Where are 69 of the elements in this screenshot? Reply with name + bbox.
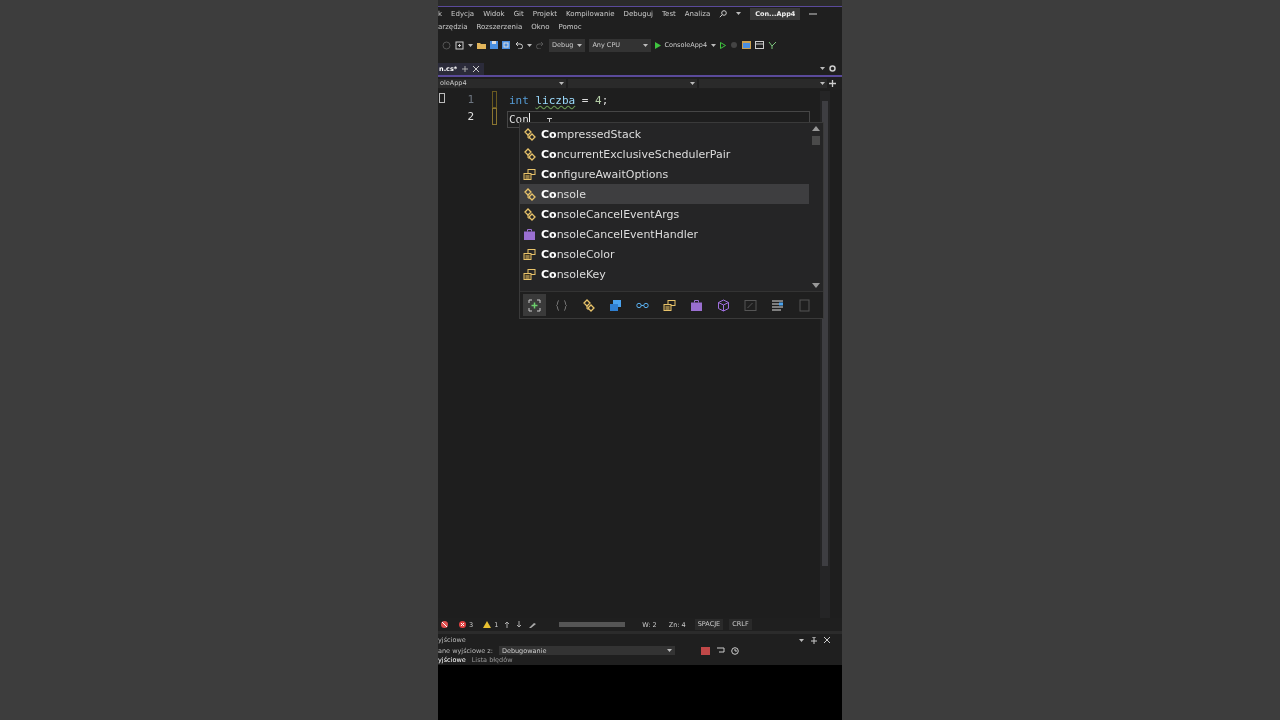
caret-icon <box>689 81 695 85</box>
caret-icon <box>820 81 825 85</box>
clock-icon[interactable] <box>730 646 739 655</box>
line-number: 1 <box>467 93 474 106</box>
scroll-down-icon <box>812 283 820 288</box>
caret-icon <box>468 43 473 47</box>
brush-icon[interactable] <box>528 620 538 629</box>
caret-icon <box>577 43 583 47</box>
line-number: 2 <box>467 110 474 123</box>
caret-icon <box>711 43 717 47</box>
no-issues-icon <box>440 620 449 629</box>
file-marker-icon <box>439 93 445 103</box>
caret-icon <box>666 649 672 652</box>
completion-item[interactable]: ConfigureAwaitOptions <box>520 164 809 184</box>
settings-icon[interactable] <box>829 65 836 72</box>
completion-item[interactable]: ConsoleKey <box>520 264 809 284</box>
down-arrow-icon[interactable] <box>516 621 523 628</box>
play-outline-icon[interactable] <box>720 41 727 49</box>
briefcase-icon <box>690 298 703 312</box>
briefcase-icon <box>523 227 536 241</box>
search-icon[interactable] <box>719 9 728 18</box>
enum-icon <box>523 247 536 261</box>
scroll-thumb[interactable] <box>812 136 820 145</box>
scroll-up-icon <box>812 126 820 131</box>
frame-icon <box>798 298 811 312</box>
class-icon <box>523 147 536 161</box>
cube-icon <box>717 298 730 312</box>
class-icon <box>523 187 536 201</box>
snippet-icon <box>744 298 757 312</box>
class-icon <box>523 127 536 141</box>
completion-item[interactable]: Console <box>520 184 809 204</box>
up-arrow-icon[interactable] <box>504 621 511 628</box>
enum-icon <box>523 167 536 181</box>
window-icon[interactable] <box>742 41 752 49</box>
code-line: int liczba = 4; <box>508 93 610 109</box>
caret-icon <box>559 81 565 85</box>
caret-icon <box>820 67 825 70</box>
undo-icon[interactable] <box>514 41 523 49</box>
enum-icon <box>523 267 536 281</box>
error-icon <box>459 621 466 628</box>
squares-icon <box>609 298 622 312</box>
expander-icon <box>528 298 541 312</box>
completion-item[interactable]: ConsoleColor <box>520 244 809 264</box>
caret-icon <box>799 638 804 642</box>
close-icon[interactable] <box>824 637 830 643</box>
caret-icon <box>643 43 649 47</box>
caret-icon <box>736 12 742 15</box>
class-icon <box>523 207 536 221</box>
braces-icon <box>555 298 568 312</box>
play-icon <box>655 41 662 49</box>
wrap-icon[interactable] <box>715 646 725 655</box>
enum-icon <box>663 298 676 312</box>
tools-icon[interactable] <box>768 41 778 49</box>
pin-icon[interactable] <box>462 65 469 72</box>
close-icon[interactable] <box>473 65 480 72</box>
warning-icon <box>483 621 492 628</box>
pin-icon[interactable] <box>811 636 817 644</box>
class-icon <box>582 298 595 312</box>
layout-icon[interactable] <box>755 41 765 49</box>
caret-icon <box>527 43 532 47</box>
lines-icon <box>771 298 784 312</box>
completion-item[interactable]: ConsoleCancelEventHandler <box>520 224 809 244</box>
completion-item[interactable]: ConcurrentExclusiveSchedulerPair <box>520 144 809 164</box>
new-project-icon[interactable] <box>455 40 464 50</box>
folder-icon[interactable] <box>477 41 486 49</box>
add-icon[interactable] <box>829 79 836 87</box>
filter-button[interactable] <box>523 294 546 316</box>
clear-icon[interactable] <box>700 646 710 655</box>
completion-item[interactable]: ConsoleCancelEventArgs <box>520 204 809 224</box>
